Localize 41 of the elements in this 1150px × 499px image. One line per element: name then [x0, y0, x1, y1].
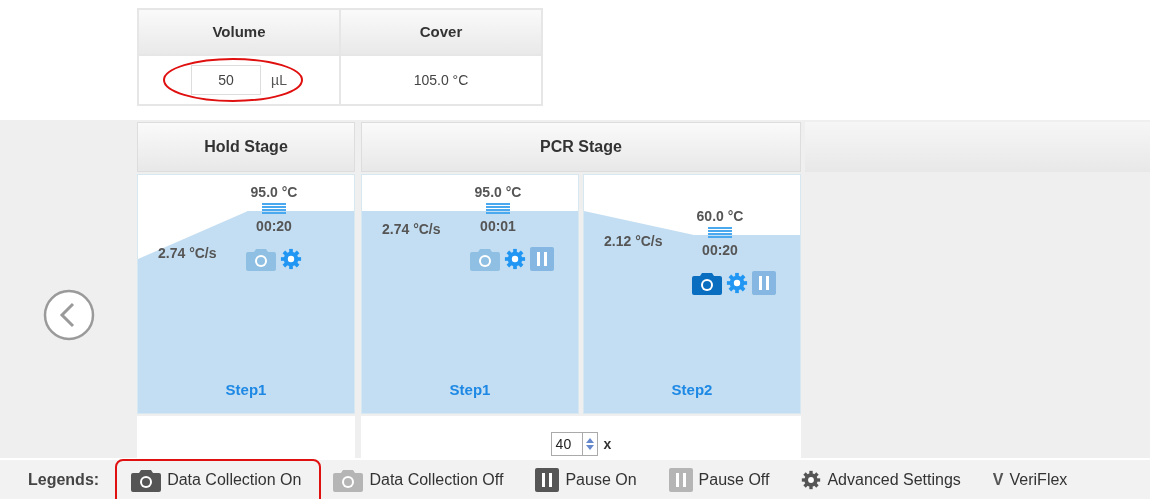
hold-bar-icon[interactable] — [708, 227, 732, 239]
ramp-rate: 2.74 °C/s — [158, 244, 217, 263]
step-name[interactable]: Step1 — [138, 379, 354, 402]
settings-icon — [801, 469, 822, 490]
legend-label: Pause On — [565, 469, 637, 490]
column-header: Cover — [341, 10, 541, 54]
ramp-rate: 2.12 °C/s — [604, 232, 663, 251]
step-name[interactable]: Step1 — [362, 379, 578, 402]
cycles-suffix: x — [603, 434, 612, 454]
step-time: 00:20 — [702, 241, 738, 259]
step-time: 00:20 — [256, 217, 292, 235]
step-temperature: 95.0 °C — [474, 183, 522, 201]
back-button[interactable] — [42, 289, 95, 341]
step-name[interactable]: Step2 — [584, 379, 800, 402]
legend-title: Legends: — [28, 469, 100, 490]
table-cell: 105.0 °C — [341, 56, 541, 104]
legend-label: VeriFlex — [1009, 469, 1068, 490]
step-temperature: 60.0 °C — [696, 207, 744, 225]
volume-field[interactable]: 50 — [191, 65, 262, 95]
stage-header: PCR Stage — [361, 122, 801, 172]
legend-label: Pause Off — [698, 469, 770, 490]
cycles-spinner[interactable]: 40 — [550, 432, 598, 456]
camera-icon — [333, 467, 364, 492]
pause-icon — [668, 467, 693, 492]
legend-label: Advanced Settings — [827, 469, 961, 490]
settings-icon — [726, 272, 748, 294]
ramp-rate: 2.74 °C/s — [382, 220, 441, 239]
legend-label: Data Collection Off — [369, 469, 504, 490]
settings-icon — [504, 248, 526, 270]
stage-header: Hold Stage — [137, 122, 355, 172]
column-header: Volume — [139, 10, 339, 54]
hold-bar-icon[interactable] — [486, 203, 510, 215]
camera-icon — [131, 467, 162, 492]
settings-icon — [280, 248, 302, 270]
veriflex-glyph: V — [992, 469, 1004, 490]
volume-unit: µL — [271, 70, 287, 90]
pause-icon — [535, 467, 560, 492]
hold-bar-icon[interactable] — [262, 203, 286, 215]
legend-label: Data Collection On — [167, 469, 302, 490]
step-time: 00:01 — [480, 217, 516, 235]
step-temperature: 95.0 °C — [250, 183, 298, 201]
